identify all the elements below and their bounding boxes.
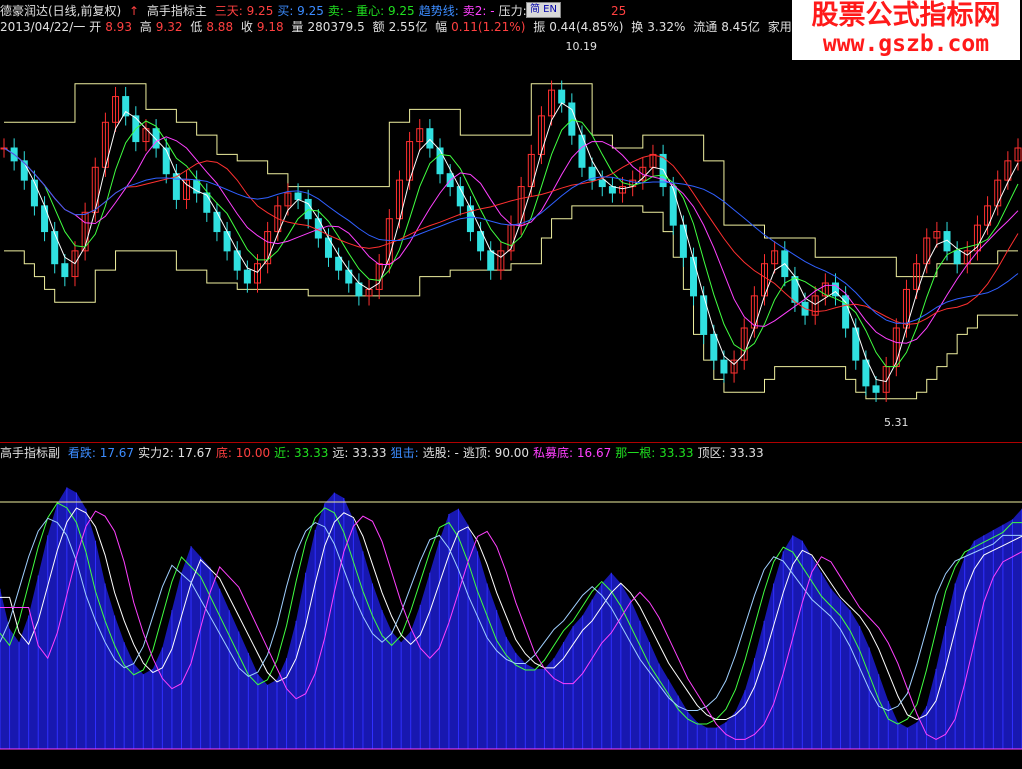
main-indicator-name[interactable]: 高手指标主 (147, 4, 207, 18)
change-label: 幅 (435, 20, 448, 34)
main-indicator-fields: 三天: 9.25 买: 9.25 卖: - 重心: 9.25 趋势线: 卖2: - 压力: 2… (214, 4, 627, 18)
low-label: 低 (190, 20, 203, 34)
candle-body (51, 231, 59, 265)
main-field-3: 重心: 9.25 (356, 4, 415, 18)
ime-lang[interactable]: 简 EN (530, 4, 557, 15)
candle-body (710, 333, 718, 361)
candle-body (335, 256, 343, 271)
candle-body (426, 128, 434, 149)
vol-value: 280379.5 (307, 20, 365, 34)
candle-body (436, 147, 444, 175)
main-field-1: 买: 9.25 (277, 4, 324, 18)
main-field-0: 三天: 9.25 (214, 4, 274, 18)
up-arrow-icon: ↑ (129, 4, 140, 18)
low-value: 8.88 (206, 20, 234, 34)
vol-label: 量 (291, 20, 304, 34)
high-value: 9.32 (155, 20, 183, 34)
open-value: 8.93 (105, 20, 132, 34)
candle-body (162, 147, 170, 175)
candle-body (213, 211, 221, 233)
amplitude-value: 0.44(4.85%) (549, 20, 624, 34)
close-value: 9.18 (256, 20, 284, 34)
quote-bar: 2013/04/22/一开 8.93 高 9.32 低 8.88 收 9.18 量 280… (0, 19, 820, 35)
candle-body (558, 89, 566, 104)
sub-field-5: 狙击: (390, 446, 419, 460)
candle-body (41, 205, 49, 233)
sub-indicator-chart[interactable] (0, 462, 1022, 769)
candle-body (355, 282, 363, 297)
candle-body (608, 186, 616, 194)
main-field-6: 压力: (498, 4, 527, 18)
candle-body (953, 250, 961, 265)
quote-date: 2013/04/22/一 (0, 20, 86, 34)
high-label: 高 (139, 20, 152, 34)
candle-body (862, 359, 870, 387)
candle-body (223, 231, 231, 252)
amplitude-label: 振 (533, 20, 546, 34)
sub-field-8: 私募底: 16.67 (533, 446, 612, 460)
float-label: 流通 (693, 20, 718, 34)
sub-field-4: 远: 33.33 (332, 446, 387, 460)
sub-field-1: 实力2: 17.67 (138, 446, 212, 460)
sub-field-3: 近: 33.33 (274, 446, 329, 460)
turnover-value: 3.32% (647, 20, 686, 34)
sub-field-10: 顶区: 33.33 (697, 446, 764, 460)
stock-title[interactable]: 德豪润达(日线,前复权) (0, 4, 121, 18)
sub-field-7: 逃顶: 90.00 (462, 446, 530, 460)
sub-indicator-fields: 看跌: 17.67 实力2: 17.67 底: 10.00 近: 33.33 远: 33… (68, 446, 768, 460)
input-method-toolbar[interactable]: 简 EN (526, 2, 561, 18)
sub-field-9: 那一根: 33.33 (615, 446, 694, 460)
candle-body (487, 250, 495, 271)
watermark-url: www.gszb.com (822, 31, 990, 57)
sub-indicator-header: 高手指标副 看跌: 17.67 实力2: 17.67 底: 10.00 近: 33.3… (0, 445, 772, 461)
amount-value: 2.55亿 (388, 20, 428, 34)
float-value: 8.45亿 (721, 20, 760, 34)
candle-body (669, 186, 677, 226)
candle-body (294, 192, 302, 200)
candle-body (466, 205, 474, 233)
watermark: 股票公式指标网 www.gszb.com (792, 0, 1020, 60)
low-annotation: 5.31 (884, 416, 909, 429)
close-label: 收 (240, 20, 253, 34)
turnover-label: 换 (631, 20, 644, 34)
main-field-4: 趋势线: (418, 4, 459, 18)
main-indicator-header: 德豪润达(日线,前复权) ↑ 高手指标主 三天: 9.25 买: 9.25 卖: -… (0, 3, 627, 19)
sub-indicator-name[interactable]: 高手指标副 (0, 446, 60, 460)
main-field-2: 卖: - (327, 4, 353, 18)
candle-body (720, 359, 728, 374)
main-price-chart[interactable]: 10.19 5.31 (0, 38, 1022, 438)
candle-body (598, 179, 606, 188)
open-label: 开 (89, 20, 102, 34)
change-value: 0.11(1.21%) (451, 20, 526, 34)
main-field-tail: 25 (611, 4, 627, 18)
sub-field-6: 选股: - (422, 446, 459, 460)
main-field-5: 卖2: - (462, 4, 495, 18)
sub-field-2: 底: 10.00 (215, 446, 271, 460)
candle-body (872, 385, 880, 393)
sub-field-0: 看跌: 17.67 (67, 446, 135, 460)
candle-body (243, 269, 251, 284)
panel-divider (0, 442, 1022, 443)
amount-label: 额 (372, 20, 385, 34)
high-annotation: 10.19 (566, 40, 598, 53)
candle-body (61, 263, 69, 278)
candle-body (30, 179, 38, 207)
watermark-title: 股票公式指标网 (811, 0, 1001, 31)
candle-body (152, 128, 160, 149)
candle-body (690, 256, 698, 297)
